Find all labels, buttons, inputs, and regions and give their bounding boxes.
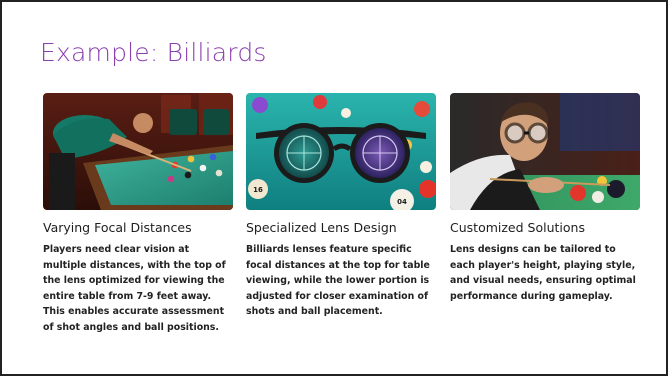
card-heading: Customized Solutions: [450, 220, 585, 235]
billiards-player-illustration: [43, 93, 233, 210]
billiards-glasses-image: 16 04: [246, 93, 436, 210]
slide-title: Example: Billiards: [40, 38, 267, 67]
slide: Example: Billiards Varying Focal Distanc…: [0, 0, 668, 376]
billiards-player-image: [43, 93, 233, 210]
ball-label-04: 04: [397, 198, 407, 206]
card-heading: Specialized Lens Design: [246, 220, 397, 235]
card-body: Billiards lenses feature specific focal …: [246, 244, 430, 318]
ball-label-16: 16: [253, 186, 263, 194]
card-body: Lens designs can be tailored to each pla…: [450, 244, 636, 302]
card-body: Players need clear vision at multiple di…: [43, 244, 226, 333]
billiards-glasses-illustration: 16 04: [246, 93, 436, 210]
card-heading: Varying Focal Distances: [43, 220, 192, 235]
card-customized-solutions: Customized Solutions Lens designs can be…: [450, 93, 640, 304]
player-with-glasses-image: [450, 93, 640, 210]
player-with-glasses-illustration: [450, 93, 640, 210]
card-specialized-lens-design: 16 04 Specialized Lens Design Billiards …: [246, 93, 436, 320]
card-varying-focal-distances: Varying Focal Distances Players need cle…: [43, 93, 233, 336]
